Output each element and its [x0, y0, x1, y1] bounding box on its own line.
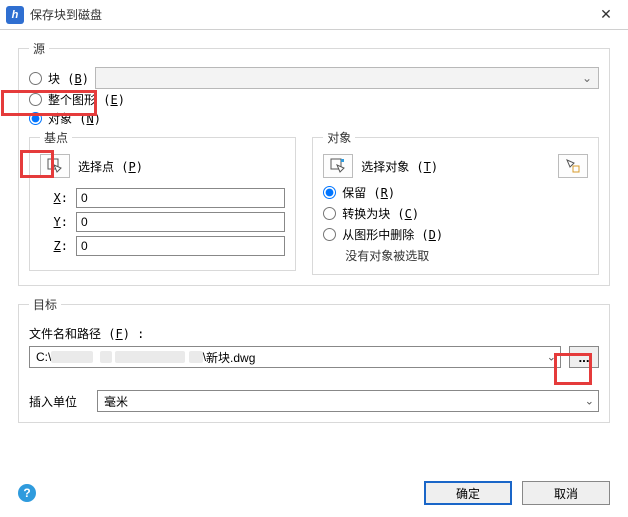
close-button[interactable]: ✕: [584, 0, 628, 30]
path-combo[interactable]: C:\ \新块.dwg ⌄: [29, 346, 561, 368]
z-input[interactable]: [76, 236, 285, 256]
delete-radio-input[interactable]: [323, 228, 336, 241]
objects-legend: 对象: [323, 129, 355, 146]
help-button[interactable]: ?: [18, 484, 36, 502]
y-input[interactable]: [76, 212, 285, 232]
app-icon: h: [6, 6, 24, 24]
convert-radio[interactable]: 转换为块 (C): [323, 205, 588, 222]
window-title: 保存块到磁盘: [30, 6, 584, 23]
retain-label: 保留 (R): [342, 184, 395, 201]
y-label: Y:: [40, 215, 68, 229]
basepoint-group: 基点 选择点 (P) X:: [29, 129, 296, 271]
path-value: C:\ \新块.dwg: [36, 349, 255, 366]
browse-button[interactable]: ...: [569, 346, 599, 368]
pick-point-label: 选择点 (P): [78, 158, 143, 175]
x-label: X:: [40, 191, 68, 205]
chevron-down-icon: ⌄: [582, 71, 592, 85]
chevron-down-icon: ⌄: [585, 395, 594, 408]
retain-radio[interactable]: 保留 (R): [323, 184, 588, 201]
delete-label: 从图形中删除 (D): [342, 226, 443, 243]
pick-point-icon: [47, 158, 63, 174]
target-group: 目标 文件名和路径 (F) : C:\ \新块.dwg ⌄ ... 插入单位 毫…: [18, 296, 610, 423]
source-entire-radio-input[interactable]: [29, 93, 42, 106]
select-objects-button[interactable]: [323, 154, 353, 178]
basepoint-legend: 基点: [40, 129, 72, 146]
chevron-down-icon: ⌄: [547, 351, 556, 364]
retain-radio-input[interactable]: [323, 186, 336, 199]
z-label: Z:: [40, 239, 68, 253]
convert-radio-input[interactable]: [323, 207, 336, 220]
source-block-label: 块 (B): [48, 70, 89, 87]
units-label: 插入单位: [29, 393, 77, 410]
source-objects-label: 对象 (N): [48, 110, 101, 127]
source-group: 源 块 (B) ⌄ 整个图形 (E): [18, 40, 610, 286]
no-selection-status: 没有对象被选取: [345, 247, 588, 264]
path-label: 文件名和路径 (F) :: [29, 325, 599, 342]
units-value: 毫米: [104, 393, 128, 410]
block-name-combo[interactable]: ⌄: [95, 67, 599, 89]
units-combo[interactable]: 毫米 ⌄: [97, 390, 599, 412]
quick-select-icon: [565, 158, 581, 174]
source-legend: 源: [29, 40, 49, 57]
source-objects-radio-input[interactable]: [29, 112, 42, 125]
quick-select-button[interactable]: [558, 154, 588, 178]
x-input[interactable]: [76, 188, 285, 208]
select-objects-label: 选择对象 (T): [361, 158, 438, 175]
source-entire-radio[interactable]: 整个图形 (E): [29, 91, 125, 108]
convert-label: 转换为块 (C): [342, 205, 419, 222]
objects-group: 对象 选择对象 (T): [312, 129, 599, 275]
source-block-radio[interactable]: 块 (B): [29, 70, 89, 87]
ok-button[interactable]: 确定: [424, 481, 512, 505]
select-objects-icon: [330, 158, 346, 174]
target-legend: 目标: [29, 296, 61, 313]
delete-radio[interactable]: 从图形中删除 (D): [323, 226, 588, 243]
pick-point-button[interactable]: [40, 154, 70, 178]
source-objects-radio[interactable]: 对象 (N): [29, 110, 101, 127]
source-block-radio-input[interactable]: [29, 72, 42, 85]
cancel-button[interactable]: 取消: [522, 481, 610, 505]
source-entire-label: 整个图形 (E): [48, 91, 125, 108]
